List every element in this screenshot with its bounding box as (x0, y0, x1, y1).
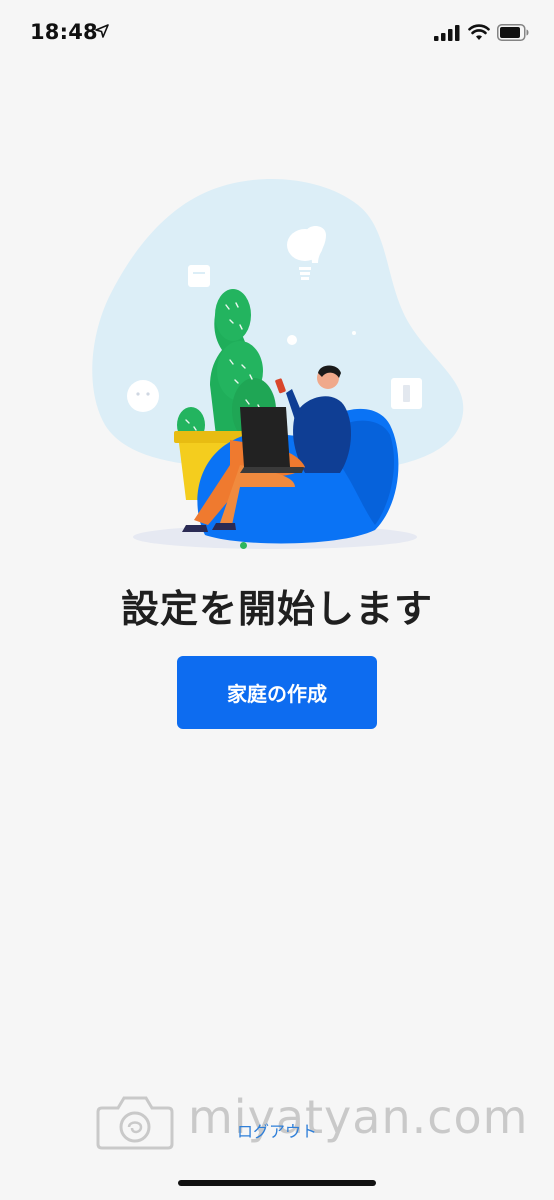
home-indicator[interactable] (178, 1180, 376, 1186)
page-indicator-dot (240, 542, 247, 549)
cellular-signal-icon (434, 25, 460, 41)
smart-home-illustration (92, 178, 464, 549)
create-home-button[interactable]: 家庭の作成 (177, 656, 377, 729)
location-arrow-icon (95, 24, 109, 38)
wifi-icon (468, 24, 490, 40)
status-bar: 18:48 (0, 0, 554, 66)
logout-link[interactable]: ログアウト (0, 1118, 554, 1142)
page-title: 設定を開始します (120, 587, 433, 631)
battery-icon (497, 24, 529, 41)
status-time: 18:48 (30, 20, 98, 44)
